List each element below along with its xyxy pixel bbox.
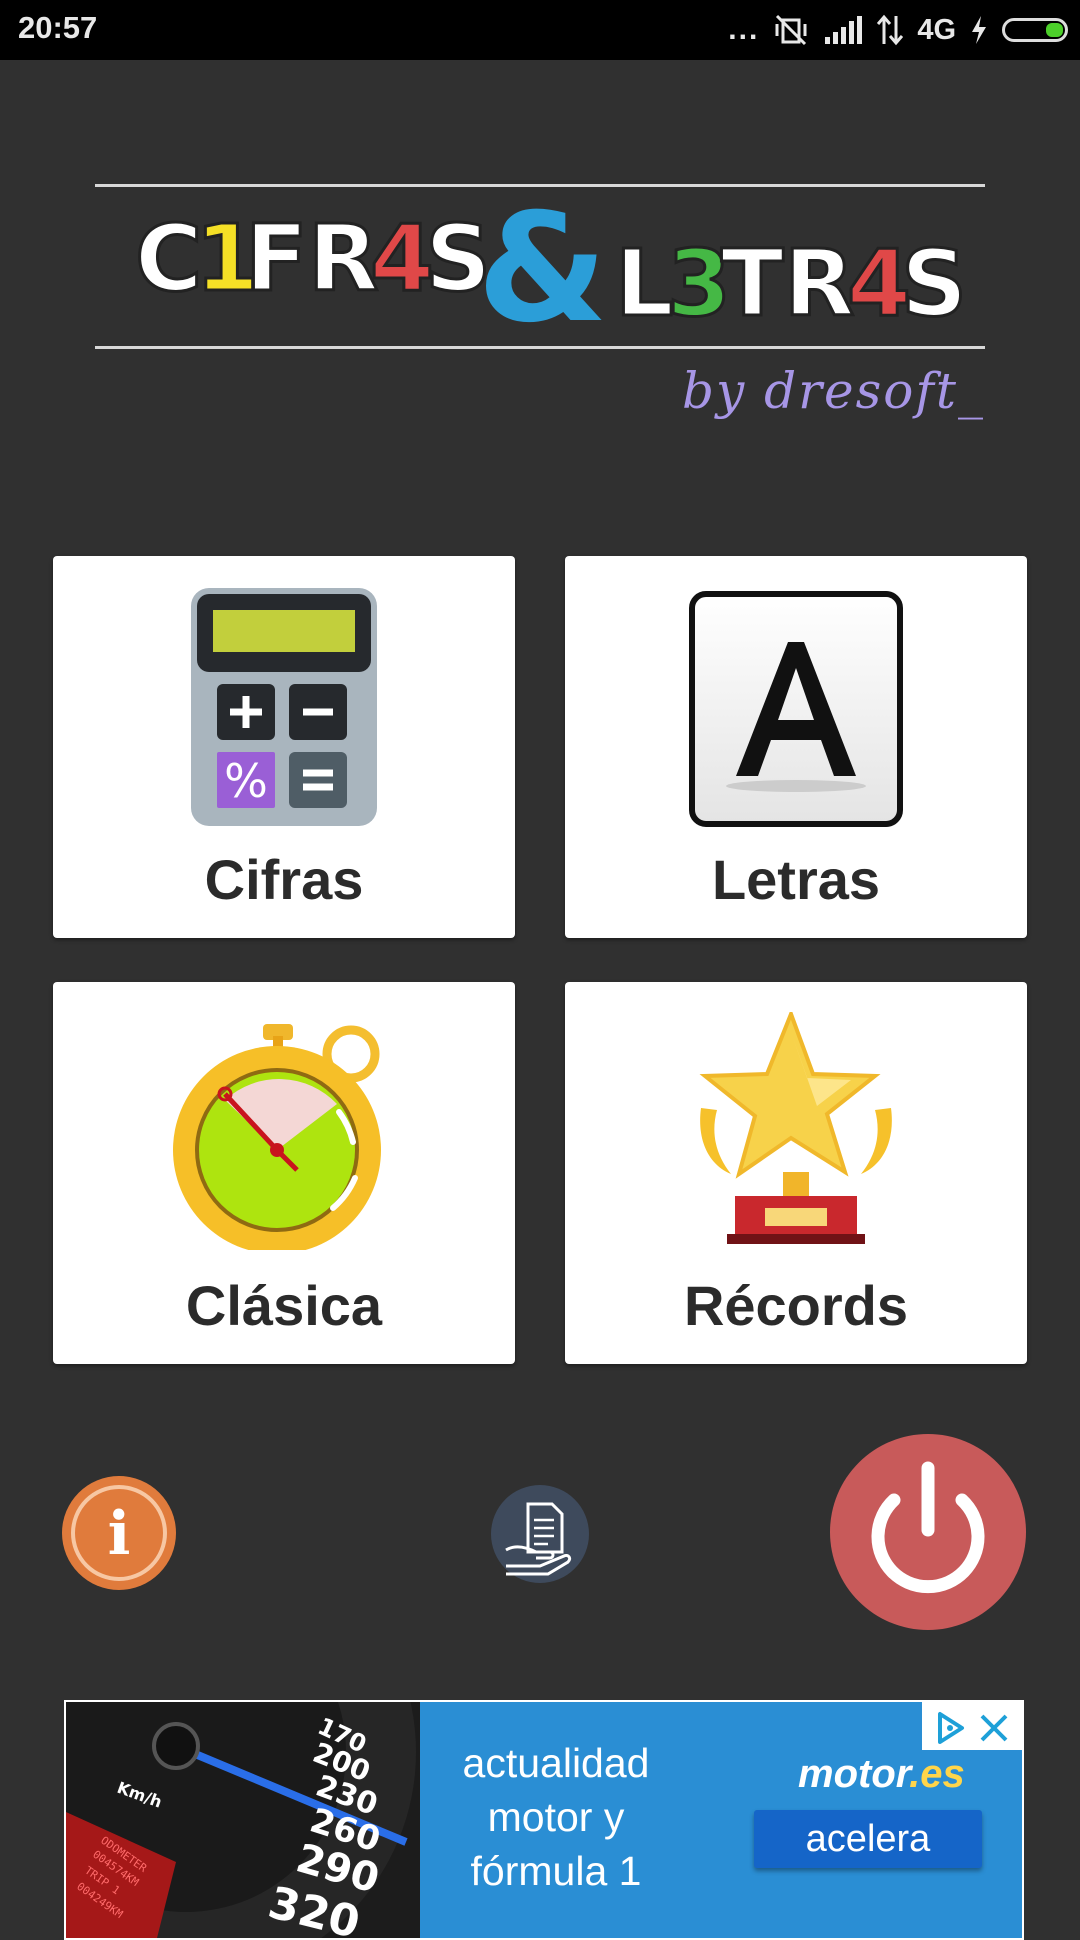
records-card[interactable]: Récords [565, 982, 1027, 1364]
svg-text:TR: TR [721, 230, 855, 337]
cifras-card[interactable]: % Cifras [53, 556, 515, 938]
status-bar: 20:57 ... 4G [0, 0, 1080, 60]
battery-icon [1002, 18, 1068, 42]
more-dots-icon: ... [728, 13, 760, 46]
ad-headline: actualidad motor y fórmula 1 [446, 1736, 666, 1898]
app-logo: C 1 FR 4 S & L 3 TR 4 S [134, 190, 969, 350]
network-type: 4G [917, 13, 956, 46]
trophy-icon [699, 1012, 892, 1244]
data-transfer-icon [877, 14, 904, 46]
charging-icon [972, 16, 986, 44]
ad-choices-icon[interactable] [930, 1708, 970, 1748]
letras-card[interactable]: Letras [565, 556, 1027, 938]
ad-text-line: motor y [487, 1794, 625, 1840]
vibrate-off-icon [775, 14, 807, 46]
calculator-icon: % [191, 588, 377, 826]
svg-text:FR: FR [245, 205, 379, 312]
records-label: Récords [683, 1274, 909, 1337]
clasica-label: Clásica [185, 1274, 383, 1337]
logo-divider-top [95, 184, 985, 187]
clasica-card[interactable]: Clásica [53, 982, 515, 1364]
letras-label: Letras [711, 848, 881, 911]
svg-text:%: % [224, 754, 268, 808]
ad-brand-logo: motor.es [798, 1752, 965, 1797]
svg-text:L: L [615, 230, 674, 337]
svg-text:&: & [477, 190, 608, 350]
letter-a-icon [689, 591, 903, 827]
ad-cta-button[interactable]: acelera [754, 1810, 982, 1868]
logo-divider-bottom [95, 346, 985, 349]
ad-banner[interactable]: 170 200 230 260 290 320 Km/h ODOMETER 00… [64, 1700, 1024, 1940]
svg-text:S: S [901, 230, 967, 337]
donate-button[interactable] [490, 1484, 590, 1584]
ad-text-line: fórmula 1 [470, 1848, 642, 1894]
ad-text-line: actualidad [462, 1740, 650, 1786]
developer-byline: by dresoft_ [681, 362, 985, 420]
status-time: 20:57 [18, 10, 98, 45]
ad-brand-main: motor [798, 1752, 910, 1796]
svg-text:C: C [135, 205, 203, 312]
stopwatch-icon [173, 1024, 381, 1250]
cifras-label: Cifras [204, 848, 364, 911]
info-icon: i [108, 1499, 131, 1569]
signal-icon [825, 16, 863, 44]
ad-brand-suffix: .es [909, 1752, 965, 1796]
close-icon[interactable] [974, 1708, 1014, 1748]
speedometer-photo: 170 200 230 260 290 320 Km/h ODOMETER 00… [66, 1702, 420, 1938]
power-button[interactable] [830, 1434, 1026, 1630]
status-icons: ... 4G [728, 8, 1068, 52]
info-button[interactable]: i [60, 1474, 178, 1592]
